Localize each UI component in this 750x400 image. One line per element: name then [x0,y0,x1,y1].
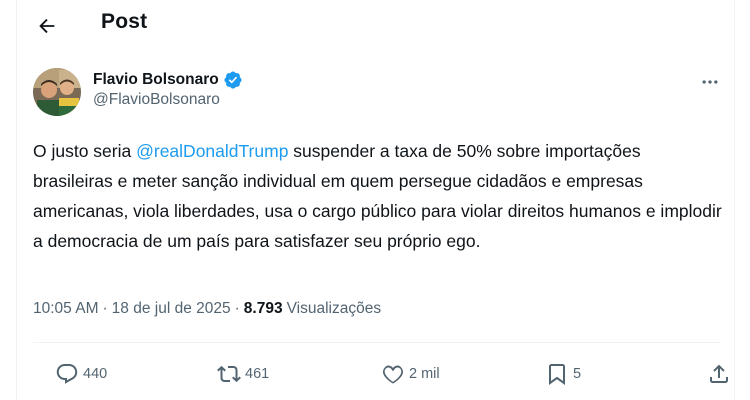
avatar-photo [33,68,81,116]
repost-button[interactable]: 461 [217,362,269,386]
reply-button[interactable]: 440 [55,362,107,386]
views-count: 8.793 [243,300,283,317]
more-options-button[interactable] [694,68,726,96]
arrow-left-icon [39,18,55,34]
reply-icon [56,364,78,384]
author-block: Flavio Bolsonaro @FlavioBolsonaro [93,68,243,109]
like-count: 2 mil [409,366,440,382]
tweet-text-start: O justo seria [33,141,137,161]
tweet-time[interactable]: 10:05 AM [33,300,99,318]
verified-badge-icon[interactable] [223,70,243,90]
meta-separator: · [102,300,108,317]
post-column: Post Flavio Bolsonaro @FlavioBolsonaro O… [16,0,735,400]
views-label: Visualizações [286,300,382,317]
author-handle[interactable]: @FlavioBolsonaro [93,91,243,109]
meta-separator: · [234,300,240,317]
bookmark-icon [549,364,565,385]
tweet-mention-link[interactable]: @realDonaldTrump [136,141,288,161]
more-icon [702,80,718,84]
tweet-text: O justo seria @realDonaldTrump suspender… [33,136,723,256]
reply-count: 440 [83,366,108,382]
like-button[interactable]: 2 mil [381,362,440,386]
author-name-row: Flavio Bolsonaro [93,68,243,92]
divider [33,342,721,343]
heart-icon [382,365,404,384]
repost-count: 461 [245,366,270,382]
tweet-actions: 440 461 2 mil 5 [33,356,728,396]
back-button[interactable] [29,8,65,44]
author-display-name[interactable]: Flavio Bolsonaro [93,71,219,89]
bookmark-count: 5 [573,366,582,382]
share-button[interactable] [707,362,731,386]
author-avatar[interactable] [33,68,81,116]
repost-icon [217,365,241,383]
share-icon [710,364,728,383]
tweet-date[interactable]: 18 de jul de 2025 [112,300,231,318]
page-title: Post [101,10,148,33]
bookmark-button[interactable]: 5 [545,362,581,386]
top-bar: Post [17,0,734,53]
tweet-meta: 10:05 AM · 18 de jul de 2025 · 8.793 Vis… [33,300,381,318]
